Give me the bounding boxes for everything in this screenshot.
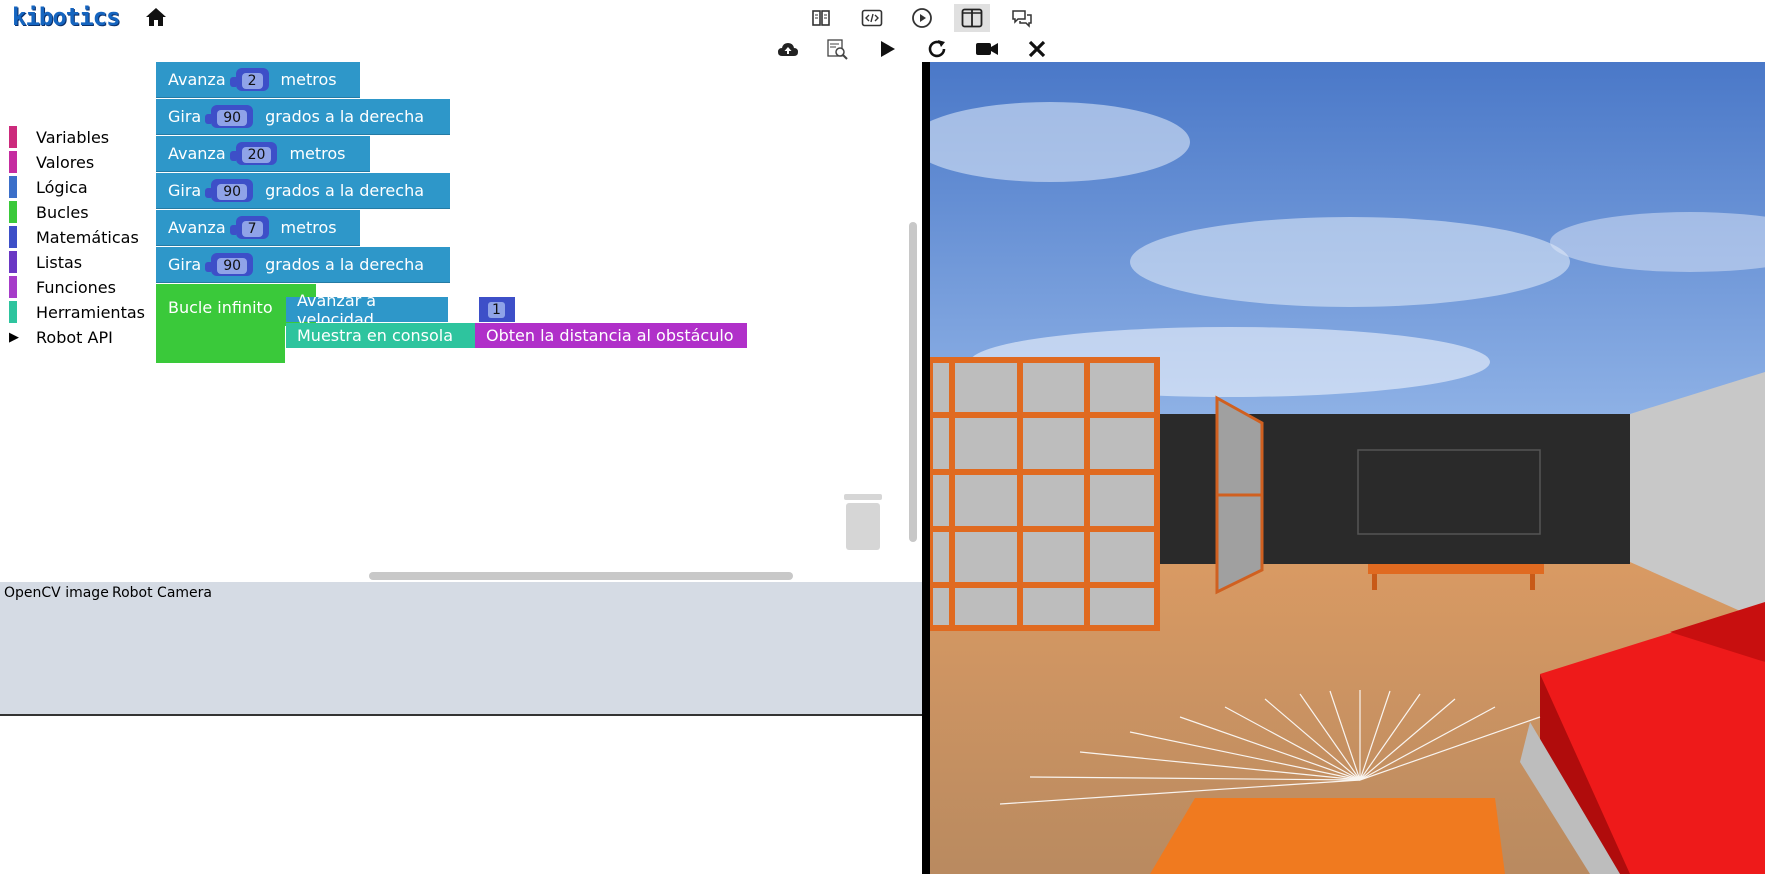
turn-right-block[interactable]: Gira 90 grados a la derecha xyxy=(156,99,450,135)
split-view-icon[interactable] xyxy=(954,4,990,32)
set-speed-block[interactable]: Avanzar a velocidad xyxy=(286,291,448,329)
category-label: Bucles xyxy=(36,202,89,222)
category-color-bar xyxy=(9,151,17,173)
category-label: Variables xyxy=(36,127,110,147)
category-label: Lógica xyxy=(36,177,88,197)
vertical-scrollbar[interactable] xyxy=(909,222,917,542)
category-label: Herramientas xyxy=(36,302,145,322)
kibotics-logo[interactable]: kibotics xyxy=(12,3,121,31)
get-obstacle-distance-block[interactable]: Obten la distancia al obstáculo xyxy=(475,323,747,348)
inspect-icon[interactable] xyxy=(823,36,851,62)
block-label: metros xyxy=(280,70,337,89)
home-icon[interactable] xyxy=(144,5,168,29)
editor-toolbar xyxy=(0,34,1765,63)
move-forward-block[interactable]: Avanza 2 metros xyxy=(156,62,360,98)
block-label: Gira xyxy=(168,107,202,126)
number-input[interactable]: 2 xyxy=(229,68,269,91)
back-wall xyxy=(1130,414,1630,564)
blockly-workspace[interactable]: Variables Valores Lógica Bucles Matemáti… xyxy=(0,62,922,582)
close-icon[interactable] xyxy=(1023,36,1051,62)
pane-divider[interactable] xyxy=(922,62,930,874)
robot-camera-tab[interactable]: Robot Camera xyxy=(112,585,212,601)
print-console-block[interactable]: Muestra en consola xyxy=(286,323,476,348)
block-label: grados a la derecha xyxy=(265,107,425,126)
category-valores[interactable]: Valores xyxy=(9,150,94,174)
opencv-image-tab[interactable]: OpenCV image xyxy=(4,585,109,601)
turn-right-block[interactable]: Gira 90 grados a la derecha xyxy=(156,247,450,283)
number-input[interactable]: 90 xyxy=(205,253,254,276)
code-icon[interactable] xyxy=(854,4,890,32)
category-color-bar xyxy=(9,251,17,273)
top-navbar: kibotics xyxy=(0,0,1765,35)
block-label: Avanza xyxy=(168,144,226,163)
move-forward-block[interactable]: Avanza 7 metros xyxy=(156,210,360,246)
category-logica[interactable]: Lógica xyxy=(9,175,88,199)
category-color-bar xyxy=(9,176,17,198)
category-label: Valores xyxy=(36,152,95,172)
turn-right-block[interactable]: Gira 90 grados a la derecha xyxy=(156,173,450,209)
category-herramientas[interactable]: Herramientas xyxy=(9,300,145,324)
blockly-toolbox: Variables Valores Lógica Bucles Matemáti… xyxy=(0,62,150,582)
block-label: Muestra en consola xyxy=(297,326,454,345)
speed-number-block[interactable]: 1 xyxy=(479,297,515,322)
play-circle-icon[interactable] xyxy=(904,4,940,32)
camera-icon[interactable] xyxy=(973,36,1001,62)
category-color-bar xyxy=(9,126,17,148)
block-label: grados a la derecha xyxy=(265,181,425,200)
category-color-bar xyxy=(9,276,17,298)
chat-icon[interactable] xyxy=(1004,4,1040,32)
block-label: Gira xyxy=(168,181,202,200)
number-input[interactable]: 90 xyxy=(205,105,254,128)
small-screen xyxy=(1215,395,1264,595)
play-icon[interactable] xyxy=(873,36,901,62)
number-input[interactable]: 20 xyxy=(229,142,278,165)
book-icon[interactable] xyxy=(804,4,840,32)
console-output[interactable] xyxy=(0,716,922,874)
block-label: Gira xyxy=(168,255,202,274)
reload-icon[interactable] xyxy=(923,36,951,62)
category-matematicas[interactable]: Matemáticas xyxy=(9,225,139,249)
category-label: Listas xyxy=(36,252,83,272)
category-color-bar xyxy=(9,201,17,223)
category-funciones[interactable]: Funciones xyxy=(9,275,116,299)
number-input[interactable]: 7 xyxy=(229,216,269,239)
cloud-upload-icon[interactable] xyxy=(774,36,802,62)
simulator-view[interactable] xyxy=(930,62,1765,874)
block-label: Avanza xyxy=(168,218,226,237)
block-label: metros xyxy=(280,218,337,237)
block-label: Avanza xyxy=(168,70,226,89)
block-label: grados a la derecha xyxy=(265,255,425,274)
expand-arrow-icon[interactable]: ▶ xyxy=(9,330,19,345)
number-input[interactable]: 90 xyxy=(205,179,254,202)
number-value[interactable]: 1 xyxy=(488,301,505,318)
shoji-screen xyxy=(930,357,1160,631)
robot-body xyxy=(1150,798,1505,874)
category-label: Funciones xyxy=(36,277,116,297)
category-variables[interactable]: Variables xyxy=(9,125,109,149)
category-label: Robot API xyxy=(36,327,113,347)
category-listas[interactable]: Listas xyxy=(9,250,82,274)
category-robot-api[interactable]: ▶ Robot API xyxy=(9,325,113,349)
trash-icon[interactable] xyxy=(843,492,883,552)
horizontal-scrollbar[interactable] xyxy=(369,572,793,580)
image-panel: OpenCV image Robot Camera xyxy=(0,582,922,716)
category-color-bar xyxy=(9,226,17,248)
category-bucles[interactable]: Bucles xyxy=(9,200,89,224)
move-forward-block[interactable]: Avanza 20 metros xyxy=(156,136,370,172)
category-label: Matemáticas xyxy=(36,227,139,247)
block-label: Obten la distancia al obstáculo xyxy=(486,326,734,345)
block-label: metros xyxy=(289,144,346,163)
category-color-bar xyxy=(9,301,17,323)
loop-label: Bucle infinito xyxy=(168,298,273,317)
